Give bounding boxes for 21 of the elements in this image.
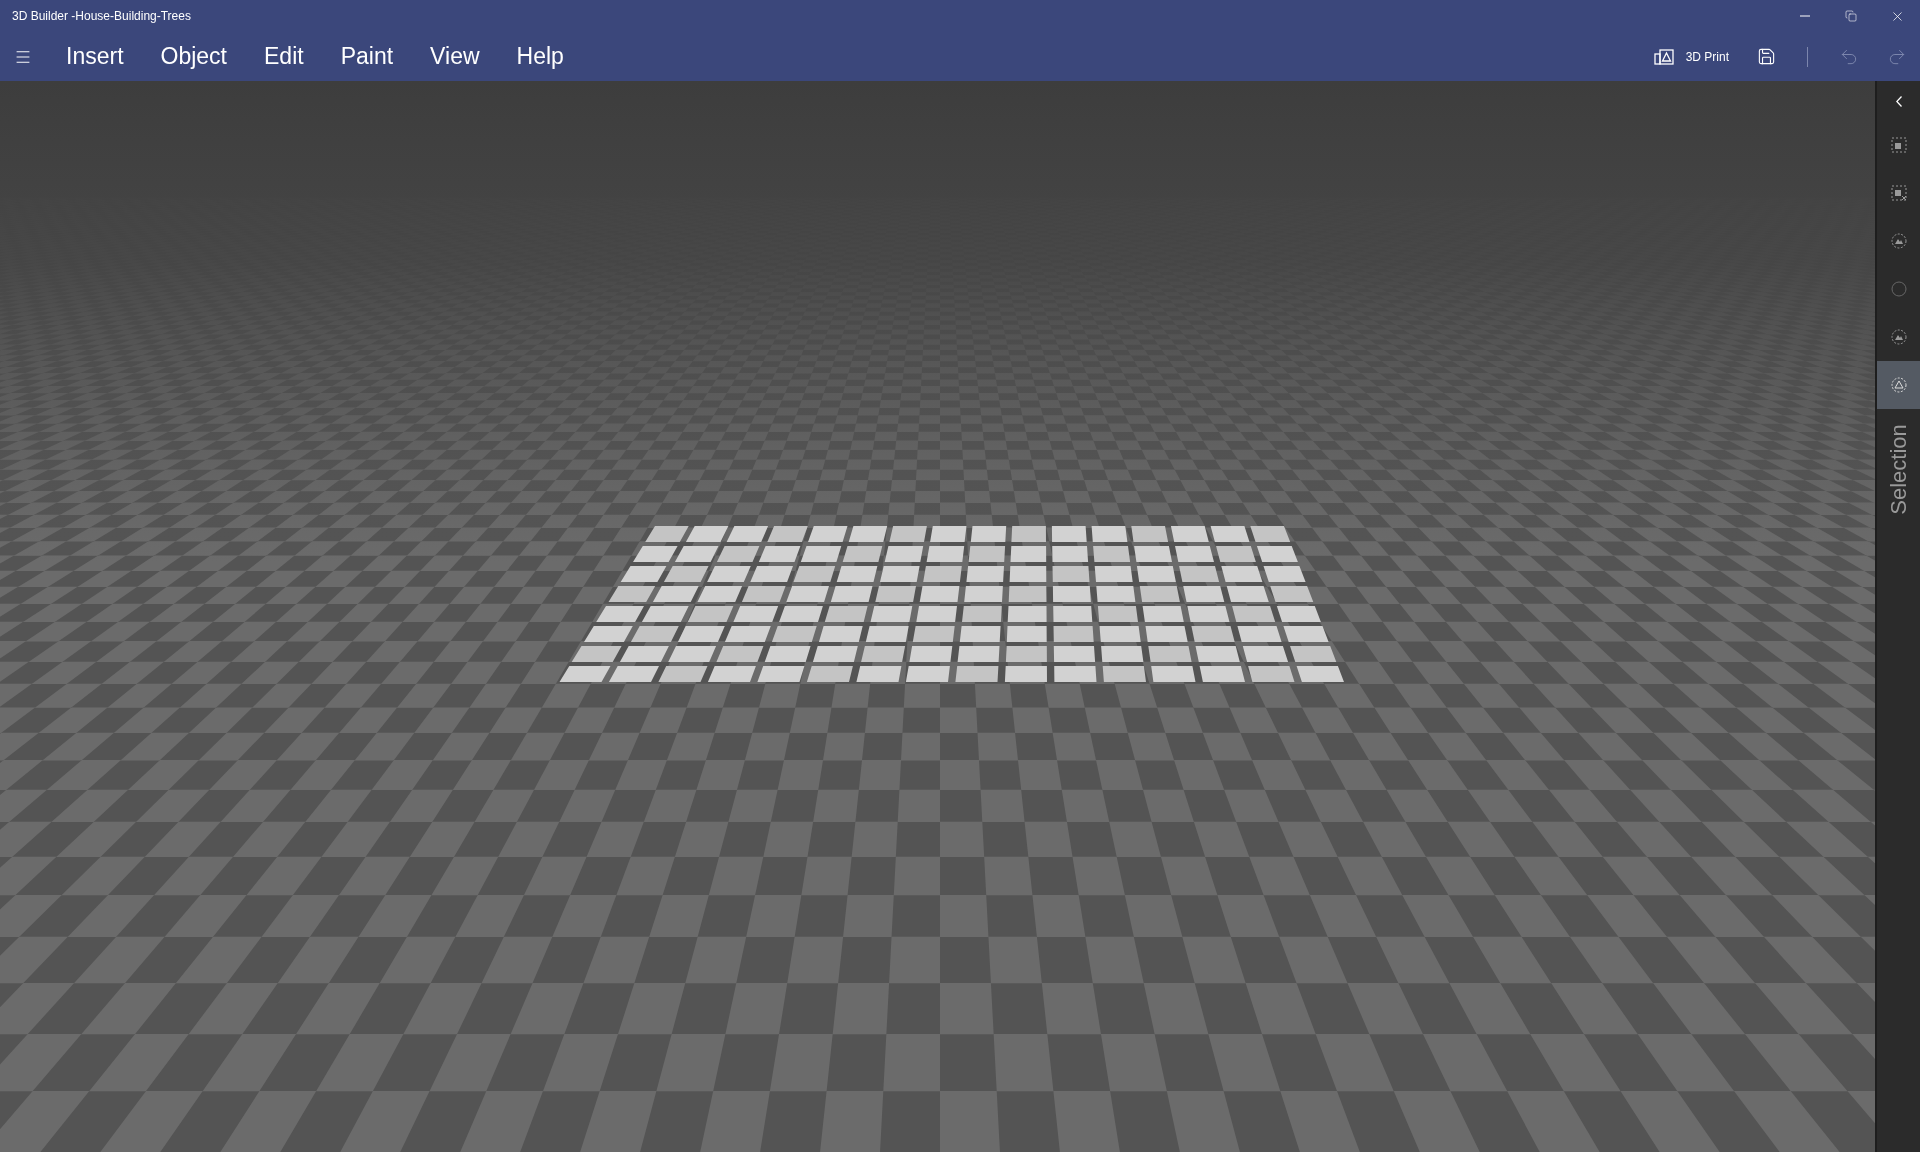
object-mode-icon (1890, 233, 1907, 249)
3d-print-button[interactable]: 3D Print (1653, 47, 1729, 66)
printer-icon (1653, 48, 1674, 65)
chevron-left-icon (1895, 95, 1902, 107)
object-mode-icon (1890, 329, 1907, 345)
deselect-icon (1890, 185, 1907, 201)
triangle-mode-icon (1890, 377, 1907, 393)
menu-item[interactable]: Object (160, 45, 227, 68)
select-all-icon (1890, 137, 1907, 153)
restore-icon (1845, 10, 1857, 22)
menu-item[interactable]: Insert (66, 45, 124, 68)
menu-item[interactable]: Edit (264, 45, 304, 68)
menu-item[interactable]: Paint (340, 45, 394, 68)
menu-item[interactable]: Help (516, 45, 564, 68)
sidebar-label: Selection (1885, 423, 1912, 515)
minimize-icon (1800, 15, 1810, 17)
circle-icon (1890, 281, 1907, 297)
selection-tool[interactable] (1877, 361, 1920, 409)
save-icon (1756, 47, 1776, 66)
window-title: 3D Builder -House-Building-Trees (11, 8, 191, 25)
menu-item[interactable]: View (430, 45, 480, 68)
